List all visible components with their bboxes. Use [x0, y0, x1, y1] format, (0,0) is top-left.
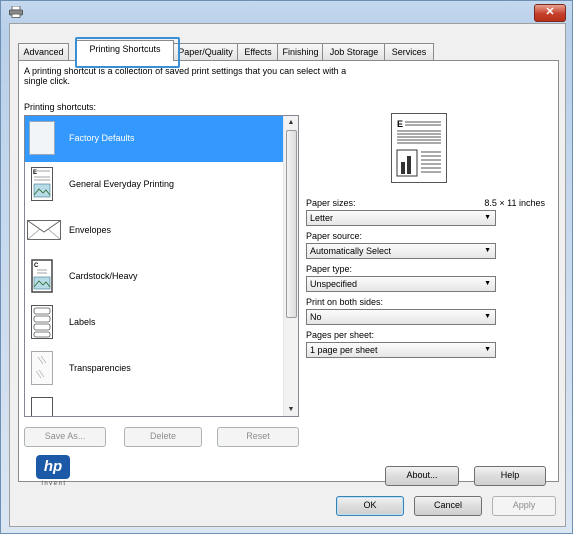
svg-text:C: C: [34, 263, 39, 269]
paper-sizes-value: Letter: [310, 213, 334, 223]
pages-per-sheet-label: Pages per sheet:: [306, 330, 375, 340]
document-landscape-icon: E: [31, 167, 53, 201]
tab-services[interactable]: Services: [384, 43, 434, 60]
dialog-client-area: Advanced Printing Shortcuts Paper/Qualit…: [9, 23, 566, 527]
document-icon: [31, 397, 53, 416]
tab-advanced[interactable]: Advanced: [18, 43, 69, 60]
paper-sizes-label: Paper sizes:: [306, 198, 356, 208]
shortcut-envelopes[interactable]: Envelopes: [25, 208, 284, 254]
help-button[interactable]: Help: [474, 466, 546, 486]
paper-type-value: Unspecified: [310, 279, 358, 289]
shortcut-factory-defaults[interactable]: Factory Defaults: [25, 116, 284, 162]
paper-type-label: Paper type:: [306, 264, 353, 274]
delete-button[interactable]: Delete: [124, 427, 202, 447]
paper-sizes-dropdown[interactable]: Letter ▼: [306, 210, 496, 226]
page-preview-icon: E: [391, 113, 447, 183]
paper-source-dropdown[interactable]: Automatically Select ▼: [306, 243, 496, 259]
paper-size-dimensions: 8.5 × 11 inches: [484, 198, 545, 208]
title-bar[interactable]: ✕: [1, 1, 572, 23]
shortcut-description: A printing shortcut is a collection of s…: [24, 66, 347, 86]
cancel-button[interactable]: Cancel: [414, 496, 482, 516]
shortcuts-listbox[interactable]: Factory Defaults E General Everyday Prin…: [24, 115, 299, 417]
shortcut-label: Transparencies: [69, 363, 131, 373]
printing-shortcuts-panel: A printing shortcut is a collection of s…: [18, 60, 559, 486]
chevron-down-icon: ▼: [484, 280, 491, 287]
transparency-icon: [31, 351, 53, 385]
shortcut-label: Cardstock/Heavy: [69, 271, 138, 281]
hp-invent-tagline: invent: [41, 481, 67, 487]
paper-source-value: Automatically Select: [310, 246, 392, 256]
blank-page-icon: [29, 121, 55, 155]
tab-paper-quality[interactable]: Paper/Quality: [172, 43, 239, 60]
close-button[interactable]: ✕: [534, 4, 566, 22]
shortcut-label: Labels: [69, 317, 96, 327]
save-as-button[interactable]: Save As...: [24, 427, 106, 447]
tab-finishing[interactable]: Finishing: [277, 43, 324, 60]
duplex-value: No: [310, 312, 322, 322]
shortcut-label: Factory Defaults: [69, 133, 135, 143]
paper-type-dropdown[interactable]: Unspecified ▼: [306, 276, 496, 292]
chevron-down-icon: ▼: [484, 214, 491, 221]
tab-effects[interactable]: Effects: [237, 43, 279, 60]
list-scrollbar[interactable]: ▲ ▼: [283, 116, 298, 416]
shortcut-partial-item[interactable]: [25, 392, 284, 416]
hp-logo: hp: [36, 455, 70, 479]
paper-source-label: Paper source:: [306, 231, 363, 241]
tab-job-storage[interactable]: Job Storage: [322, 43, 386, 60]
shortcut-cardstock[interactable]: C Cardstock/Heavy: [25, 254, 284, 300]
printing-shortcuts-label: Printing shortcuts:: [24, 102, 97, 112]
apply-button[interactable]: Apply: [492, 496, 556, 516]
envelope-icon: [27, 220, 61, 240]
chevron-down-icon: ▼: [484, 247, 491, 254]
shortcut-labels[interactable]: Labels: [25, 300, 284, 346]
printer-icon: [9, 6, 23, 18]
duplex-dropdown[interactable]: No ▼: [306, 309, 496, 325]
chevron-down-icon: ▼: [484, 313, 491, 320]
shortcut-label: General Everyday Printing: [69, 179, 175, 189]
tab-printing-shortcuts[interactable]: Printing Shortcuts: [76, 40, 174, 61]
labels-icon: [31, 305, 53, 339]
reset-button[interactable]: Reset: [217, 427, 299, 447]
svg-text:E: E: [397, 119, 403, 129]
cardstock-icon: C: [31, 259, 53, 293]
printer-properties-window: ✕ Advanced Printing Shortcuts Paper/Qual…: [0, 0, 573, 534]
scrollbar-thumb[interactable]: [286, 130, 297, 318]
ok-button[interactable]: OK: [336, 496, 404, 516]
svg-text:E: E: [33, 170, 37, 176]
pages-per-sheet-dropdown[interactable]: 1 page per sheet ▼: [306, 342, 496, 358]
shortcut-transparencies[interactable]: Transparencies: [25, 346, 284, 392]
pages-per-sheet-value: 1 page per sheet: [310, 345, 378, 355]
duplex-label: Print on both sides:: [306, 297, 384, 307]
chevron-down-icon: ▼: [484, 346, 491, 353]
shortcut-label: Envelopes: [69, 225, 112, 235]
scroll-up-arrow[interactable]: ▲: [284, 116, 298, 129]
shortcut-general-everyday[interactable]: E General Everyday Printing: [25, 162, 284, 208]
about-button[interactable]: About...: [385, 466, 459, 486]
scroll-down-arrow[interactable]: ▼: [284, 403, 298, 416]
